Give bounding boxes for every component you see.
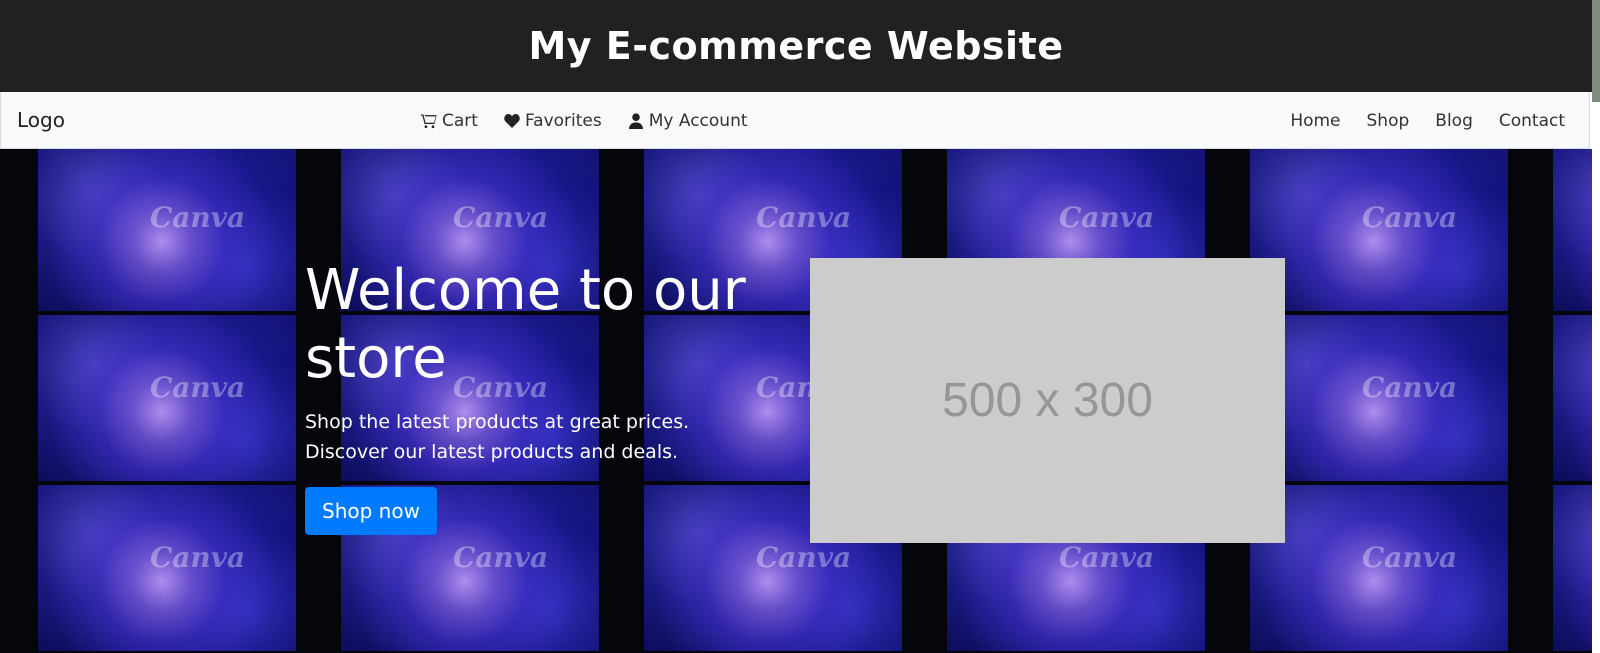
canva-watermark: Canva bbox=[150, 201, 246, 234]
nav-favorites[interactable]: Favorites bbox=[504, 111, 602, 131]
scrollbar-thumb[interactable] bbox=[1592, 0, 1600, 102]
hero-section: Canva Canva Canva Canva Canva Canva Canva Canva… bbox=[0, 149, 1592, 653]
hero-image-placeholder: 500 x 300 bbox=[810, 258, 1285, 543]
hero-pattern-tile: Canva bbox=[1553, 315, 1592, 481]
cart-icon bbox=[421, 114, 437, 128]
user-icon bbox=[628, 112, 643, 129]
brand-logo[interactable]: Logo bbox=[17, 92, 65, 149]
hero-pattern-tile: Canva bbox=[1250, 315, 1508, 481]
canva-watermark: Canva bbox=[1362, 541, 1458, 574]
shop-now-button[interactable]: Shop now bbox=[305, 487, 437, 535]
hero-title: Welcome to our store bbox=[305, 258, 746, 391]
nav-link-shop[interactable]: Shop bbox=[1367, 111, 1410, 131]
site-title: My E-commerce Website bbox=[528, 24, 1064, 68]
heart-icon bbox=[504, 113, 520, 128]
nav-favorites-label: Favorites bbox=[524, 110, 602, 131]
nav-right: Home Shop Blog Contact bbox=[1264, 92, 1565, 149]
canva-watermark: Canva bbox=[756, 201, 852, 234]
site-header: My E-commerce Website bbox=[0, 0, 1592, 92]
hero-pattern-tile: Canva bbox=[1553, 485, 1592, 651]
page: My E-commerce Website Logo Cart Favorite… bbox=[0, 0, 1600, 653]
nav-link-home[interactable]: Home bbox=[1290, 111, 1340, 131]
canva-watermark: Canva bbox=[150, 371, 246, 404]
nav-center: Cart Favorites My Account bbox=[421, 92, 774, 149]
scrollbar[interactable] bbox=[1592, 0, 1600, 653]
hero-pattern-tile: Canva bbox=[38, 485, 296, 651]
nav-my-account[interactable]: My Account bbox=[628, 111, 748, 131]
nav-link-contact[interactable]: Contact bbox=[1499, 111, 1565, 131]
navbar: Logo Cart Favorites My Account Home Shop… bbox=[0, 92, 1590, 149]
canva-watermark: Canva bbox=[150, 541, 246, 574]
nav-cart[interactable]: Cart bbox=[421, 111, 478, 131]
canva-watermark: Canva bbox=[756, 541, 852, 574]
hero-text: Welcome to our store Shop the latest pro… bbox=[305, 257, 785, 535]
nav-cart-label: Cart bbox=[442, 110, 478, 131]
hero-pattern-tile: Canva bbox=[38, 315, 296, 481]
hero-pattern-tile: Canva bbox=[1250, 149, 1508, 311]
canva-watermark: Canva bbox=[1059, 541, 1155, 574]
canva-watermark: Canva bbox=[453, 201, 549, 234]
canva-watermark: Canva bbox=[1362, 371, 1458, 404]
canva-watermark: Canva bbox=[1059, 201, 1155, 234]
hero-pattern-tile: Canva bbox=[1553, 149, 1592, 311]
canva-watermark: Canva bbox=[453, 541, 549, 574]
canva-watermark: Canva bbox=[1362, 201, 1458, 234]
placeholder-text: 500 x 300 bbox=[942, 374, 1153, 427]
hero-background-pattern: Canva Canva Canva Canva Canva Canva Canva Canva… bbox=[0, 149, 1592, 653]
hero-pattern-tile: Canva bbox=[1250, 485, 1508, 651]
nav-my-account-label: My Account bbox=[648, 110, 748, 131]
nav-link-blog[interactable]: Blog bbox=[1435, 111, 1473, 131]
hero-subtitle: Shop the latest products at great prices… bbox=[305, 411, 690, 463]
hero-pattern-tile: Canva bbox=[38, 149, 296, 311]
